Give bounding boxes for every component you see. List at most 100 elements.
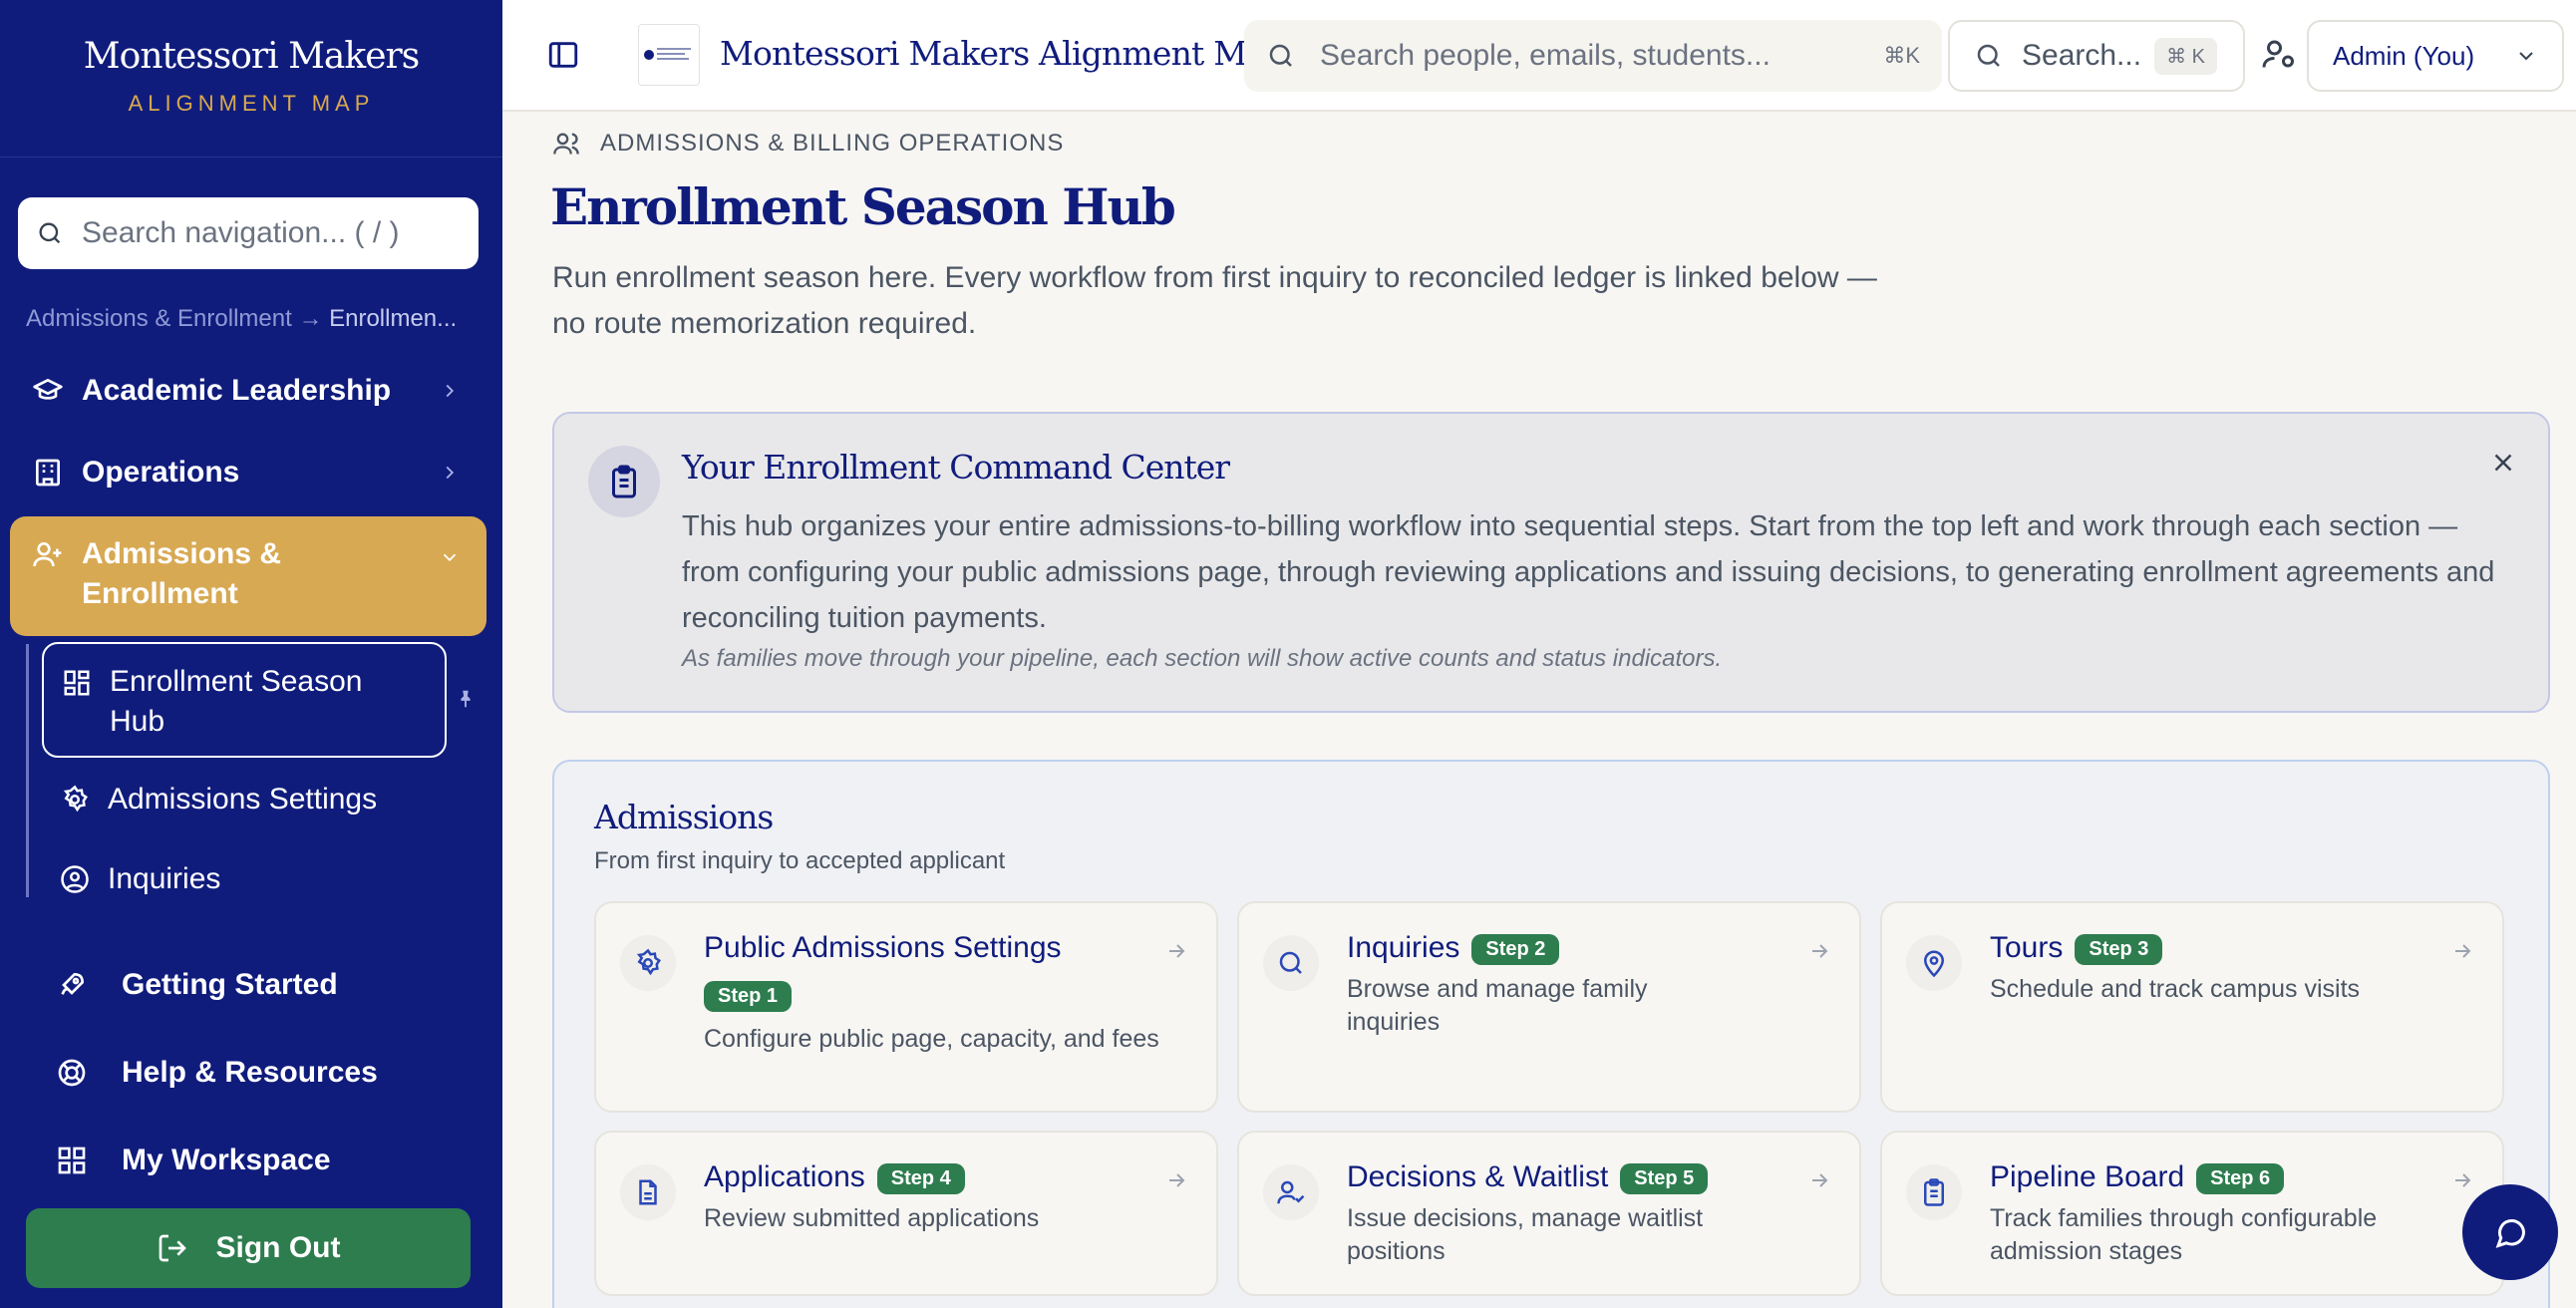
search-icon [36,219,64,247]
arrow-right-icon [1164,1168,1188,1192]
breadcrumb-arrow: → [298,305,323,332]
search-icon [1974,41,2004,71]
map-pin-icon [1906,935,1962,991]
sidebar-item-label: Help & Resources [122,1056,378,1089]
clipboard-icon [1906,1164,1962,1220]
sidebar-toggle-icon[interactable] [546,38,580,72]
card-public-admissions-settings[interactable]: Public Admissions Settings Step 1 Config… [594,901,1218,1113]
chat-button[interactable] [2462,1184,2558,1280]
sidebar-item-label: Academic Leadership [82,374,392,407]
sidebar-item-label: Operations [82,456,240,489]
arrow-right-icon [1807,939,1831,963]
sidebar-subitem-admissions-settings[interactable]: Admissions Settings [42,774,447,825]
user-plus-icon [32,538,64,570]
section-label-text: ADMISSIONS & BILLING OPERATIONS [600,130,1065,157]
brand: Montessori Makers ALIGNMENT MAP [0,36,502,117]
top-bar: Montessori Makers Alignment Map Search p… [502,0,2576,112]
arrow-right-icon [1164,939,1188,963]
card-description: Configure public page, capacity, and fee… [704,1025,1159,1053]
chat-bubble-icon [2492,1214,2528,1250]
app-root: Montessori Makers ALIGNMENT MAP Search n… [0,0,2576,1308]
user-settings-icon[interactable] [2261,36,2297,72]
chevron-down-icon [439,546,461,568]
global-search-input[interactable]: Search people, emails, students... ⌘K [1244,20,1942,92]
role-select[interactable]: Admin (You) [2307,20,2564,92]
search-icon [1263,935,1319,991]
sidebar-item-my-workspace[interactable]: My Workspace [30,1135,479,1186]
chevron-right-icon [439,462,461,484]
app-logo [638,24,700,86]
grid-icon [62,668,92,698]
breadcrumb: Admissions & Enrollment → Enrollmen... [26,305,457,333]
divider [0,157,502,158]
lifebuoy-icon [56,1057,88,1089]
building-icon [32,457,64,489]
card-description: Review submitted applications [704,1204,1040,1232]
card-applications[interactable]: Applications Step 4 Review submitted appl… [594,1131,1218,1296]
sign-out-label: Sign Out [215,1231,341,1264]
rocket-icon [56,969,88,1001]
log-out-icon [157,1232,188,1264]
page-title: Enrollment Season Hub [550,177,1176,236]
chevron-down-icon [2514,44,2538,68]
sidebar-item-label: Getting Started [122,968,338,1001]
card-title: Decisions & Waitlist Step 5 [1347,1160,1709,1194]
page-description: Run enrollment season here. Every workfl… [552,261,1877,340]
sidebar-item-label: Admissions & Enrollment [82,537,282,610]
sidebar-subitem-label: Enrollment Season Hub [110,665,363,738]
close-icon[interactable] [2488,448,2518,478]
shortcut-hint: ⌘K [1883,43,1920,68]
sidebar-item-getting-started[interactable]: Getting Started [30,959,479,1011]
clipboard-icon [588,446,660,517]
card-description: Track families through configurable admi… [1990,1204,2378,1265]
nav-search-input[interactable]: Search navigation... ( / ) [18,197,479,269]
sidebar-item-help-resources[interactable]: Help & Resources [30,1047,479,1099]
arrow-right-icon [2450,939,2474,963]
submenu-guide-line [26,644,29,897]
sidebar-item-label: My Workspace [122,1144,331,1176]
grid-icon [56,1144,88,1176]
card-description: Browse and manage family inquiries [1347,975,1648,1036]
card-tours[interactable]: Tours Step 3 Schedule and track campus vi… [1880,901,2504,1113]
sidebar: Montessori Makers ALIGNMENT MAP Search n… [0,0,502,1308]
step-badge: Step 5 [1620,1162,1709,1194]
global-search-placeholder: Search people, emails, students... [1320,39,1771,72]
gear-icon [60,785,90,815]
sidebar-subitem-enrollment-season-hub[interactable]: Enrollment Season Hub [42,642,447,758]
graduation-cap-icon [32,375,64,407]
app-title: Montessori Makers Alignment Map [720,34,1286,73]
card-decisions-waitlist[interactable]: Decisions & Waitlist Step 5 Issue decisio… [1237,1131,1861,1296]
sidebar-item-academic-leadership[interactable]: Academic Leadership [10,363,486,419]
breadcrumb-parent[interactable]: Admissions & Enrollment [26,305,292,332]
arrow-right-icon [2450,1168,2474,1192]
sidebar-subitem-label: Admissions Settings [108,783,378,816]
chevron-right-icon [439,380,461,402]
pin-icon[interactable] [455,688,477,710]
card-inquiries[interactable]: Inquiries Step 2 Browse and manage family… [1237,901,1861,1113]
card-pipeline-board[interactable]: Pipeline Board Step 6 Track families thro… [1880,1131,2504,1296]
command-search-label: Search... [2022,39,2142,72]
breadcrumb-current: Enrollmen... [329,305,458,332]
command-center-callout: Your Enrollment Command Center This hub … [552,412,2550,713]
admissions-section: Admissions From first inquiry to accepte… [552,760,2550,1308]
role-select-value: Admin (You) [2333,40,2475,71]
sidebar-item-operations[interactable]: Operations [10,445,486,500]
step-badge: Step 6 [2196,1162,2285,1194]
section-label: ADMISSIONS & BILLING OPERATIONS [552,130,1064,158]
sign-out-button[interactable]: Sign Out [26,1208,471,1288]
command-search-button[interactable]: Search... ⌘ K [1948,20,2245,92]
callout-body: This hub organizes your entire admission… [682,510,2495,634]
gear-icon [620,935,676,991]
card-title: Inquiries Step 2 [1347,931,1560,965]
search-icon [1266,41,1296,71]
sidebar-item-admissions-enrollment[interactable]: Admissions & Enrollment [10,516,486,636]
arrow-right-icon [1807,1168,1831,1192]
user-check-icon [1263,1164,1319,1220]
document-icon [620,1164,676,1220]
sidebar-subitem-inquiries[interactable]: Inquiries [42,853,447,905]
nav-search-placeholder: Search navigation... ( / ) [82,216,400,249]
sidebar-subitem-label: Inquiries [108,862,221,895]
brand-subtitle: ALIGNMENT MAP [128,91,375,116]
callout-note: As families move through your pipeline, … [682,645,1723,672]
user-circle-icon [60,864,90,894]
